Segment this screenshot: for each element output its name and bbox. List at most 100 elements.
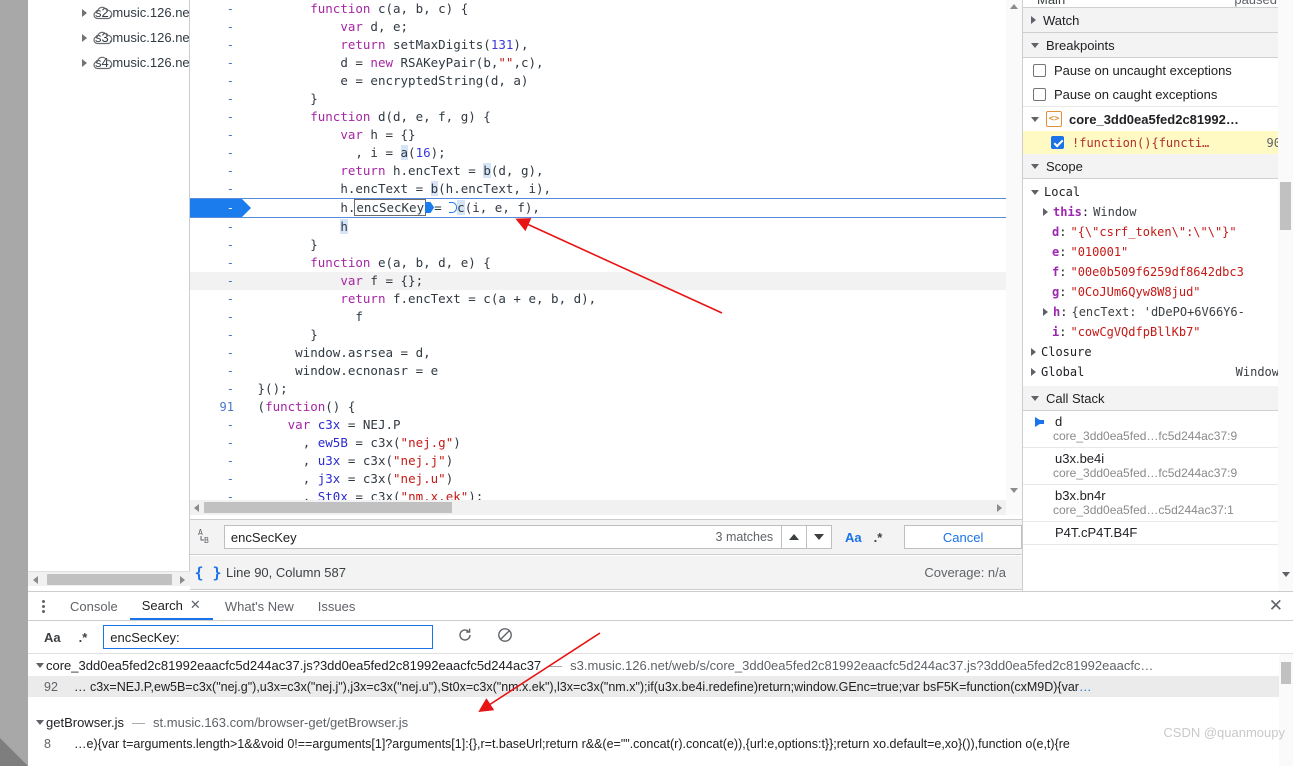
code-line[interactable]: 91 (function() { bbox=[190, 398, 1022, 416]
navigator-item[interactable]: s2.music.126.ne bbox=[28, 0, 189, 25]
breakpoint-file-row[interactable]: <> core_3dd0ea5fed2c81992… bbox=[1023, 106, 1293, 131]
scroll-left-icon[interactable] bbox=[33, 576, 38, 584]
line-gutter[interactable]: - bbox=[190, 0, 242, 18]
code-line[interactable]: - h.encText = b(h.encText, i), bbox=[190, 180, 1022, 198]
find-next-button[interactable] bbox=[807, 525, 833, 549]
line-gutter[interactable]: - bbox=[190, 90, 242, 108]
value-chip-icon[interactable] bbox=[425, 202, 435, 213]
line-gutter[interactable]: - bbox=[190, 144, 242, 162]
line-gutter[interactable]: - bbox=[190, 272, 242, 290]
editor-horizontal-scrollbar[interactable] bbox=[190, 500, 1006, 515]
search-regex-toggle[interactable]: .* bbox=[79, 630, 88, 645]
code-line[interactable]: - window.asrsea = d, bbox=[190, 344, 1022, 362]
line-gutter[interactable]: - bbox=[190, 72, 242, 90]
editor-vertical-scrollbar[interactable] bbox=[1006, 0, 1022, 515]
search-input[interactable] bbox=[104, 626, 433, 648]
drawer-tab-console[interactable]: Console bbox=[58, 592, 130, 620]
pause-caught-row[interactable]: Pause on caught exceptions bbox=[1023, 82, 1293, 106]
code-line[interactable]: - } bbox=[190, 236, 1022, 254]
scroll-left-icon[interactable] bbox=[194, 504, 199, 512]
line-gutter[interactable]: - bbox=[190, 254, 242, 272]
refresh-icon[interactable] bbox=[457, 627, 473, 648]
scope-closure-row[interactable]: Closure bbox=[1023, 342, 1293, 362]
pause-caught-checkbox[interactable] bbox=[1033, 87, 1046, 101]
search-result-match-row[interactable]: 92 … c3x=NEJ.P,ew5B=c3x("nej.g"),u3x=c3x(… bbox=[28, 676, 1293, 697]
code-line[interactable]: - f bbox=[190, 308, 1022, 326]
code-line[interactable]: - d = new RSAKeyPair(b,"",c), bbox=[190, 54, 1022, 72]
line-gutter[interactable]: - bbox=[190, 452, 242, 470]
search-result-match-row[interactable]: 8 …e){var t=arguments.length>1&&void 0!==… bbox=[28, 733, 1293, 754]
drawer-tab-issues[interactable]: Issues bbox=[306, 592, 368, 620]
scope-variable-row[interactable]: g: "0CoJUm6Qyw8W8jud" bbox=[1023, 282, 1293, 302]
line-gutter[interactable]: - bbox=[190, 290, 242, 308]
code-line[interactable]: - return f.encText = c(a + e, b, d), bbox=[190, 290, 1022, 308]
code-line[interactable]: - function c(a, b, c) { bbox=[190, 0, 1022, 18]
drawer-close-icon[interactable]: ✕ bbox=[1269, 596, 1283, 616]
pause-uncaught-checkbox[interactable] bbox=[1033, 63, 1046, 77]
scrollbar-thumb[interactable] bbox=[1281, 662, 1291, 684]
search-match-case-toggle[interactable]: Aa bbox=[44, 630, 61, 645]
clear-icon[interactable] bbox=[497, 627, 513, 648]
find-regex-toggle[interactable]: .* bbox=[874, 530, 883, 545]
line-gutter[interactable]: - bbox=[190, 108, 242, 126]
line-gutter[interactable]: 91 bbox=[190, 398, 242, 416]
chevron-right-icon[interactable] bbox=[82, 33, 87, 42]
line-gutter[interactable]: - bbox=[190, 162, 242, 180]
scope-variable-row[interactable]: this: Window bbox=[1023, 202, 1293, 222]
scroll-right-icon[interactable] bbox=[997, 504, 1002, 512]
case-replace-icon[interactable]: A B bbox=[190, 527, 224, 547]
code-line[interactable]: - function e(a, b, d, e) { bbox=[190, 254, 1022, 272]
scroll-down-icon[interactable] bbox=[1282, 572, 1290, 577]
chevron-down-icon[interactable] bbox=[36, 662, 44, 668]
scrollbar-thumb[interactable] bbox=[47, 574, 172, 585]
scroll-down-icon[interactable] bbox=[1010, 488, 1018, 493]
main-thread-row[interactable]: Main paused bbox=[1023, 0, 1293, 8]
code-line[interactable]: - var f = {}; bbox=[190, 272, 1022, 290]
line-gutter[interactable]: - bbox=[190, 180, 242, 198]
code-line[interactable]: - , i = a(16); bbox=[190, 144, 1022, 162]
scope-global-row[interactable]: Global Window bbox=[1023, 362, 1293, 382]
paused-code-line[interactable]: - h.encSecKey = c(i, e, f), bbox=[190, 198, 1022, 218]
find-input-wrapper[interactable]: 3 matches bbox=[223, 525, 783, 549]
code-line[interactable]: - h bbox=[190, 218, 1022, 236]
call-stack-section-header[interactable]: Call Stack bbox=[1023, 386, 1293, 411]
line-gutter[interactable]: - bbox=[190, 344, 242, 362]
navigator-item[interactable]: s3.music.126.ne bbox=[28, 25, 189, 50]
navigator-item[interactable]: s4.music.126.ne bbox=[28, 50, 189, 75]
line-gutter[interactable]: - bbox=[190, 434, 242, 452]
scrollbar-thumb[interactable] bbox=[204, 502, 452, 513]
scope-variable-row[interactable]: i: "cowCgVQdfpBllKb7" bbox=[1023, 322, 1293, 342]
sidebar-vertical-scrollbar[interactable] bbox=[1278, 0, 1293, 593]
code-line[interactable]: - } bbox=[190, 90, 1022, 108]
scope-variable-row[interactable]: f: "00e0b509f6259df8642dbc3 bbox=[1023, 262, 1293, 282]
line-gutter[interactable]: - bbox=[190, 308, 242, 326]
line-gutter[interactable]: - bbox=[190, 54, 242, 72]
search-result-file-row[interactable]: core_3dd0ea5fed2c81992eaacfc5d244ac37.js… bbox=[28, 654, 1293, 676]
line-gutter[interactable]: - bbox=[190, 199, 242, 217]
code-line[interactable]: - function d(d, e, f, g) { bbox=[190, 108, 1022, 126]
watch-section-header[interactable]: Watch bbox=[1023, 8, 1293, 33]
drawer-more-options-icon[interactable] bbox=[28, 599, 58, 613]
line-gutter[interactable]: - bbox=[190, 416, 242, 434]
pause-uncaught-row[interactable]: Pause on uncaught exceptions bbox=[1023, 58, 1293, 82]
search-input-wrapper[interactable] bbox=[103, 625, 434, 649]
pretty-print-icon[interactable]: { } bbox=[190, 564, 226, 582]
close-icon[interactable]: ✕ bbox=[190, 597, 201, 613]
code-line[interactable]: - }(); bbox=[190, 380, 1022, 398]
scroll-up-icon[interactable] bbox=[1010, 4, 1018, 9]
scope-variable-row[interactable]: e: "010001" bbox=[1023, 242, 1293, 262]
code-line[interactable]: - var c3x = NEJ.P bbox=[190, 416, 1022, 434]
line-gutter[interactable]: - bbox=[190, 362, 242, 380]
value-chip-outline-icon[interactable] bbox=[449, 202, 458, 213]
code-line[interactable]: - window.ecnonasr = e bbox=[190, 362, 1022, 380]
call-stack-frame[interactable]: u3x.be4i core_3dd0ea5fed…fc5d244ac37:9 bbox=[1023, 448, 1293, 485]
breakpoint-entry-row[interactable]: !function(){functi… 90 bbox=[1023, 131, 1293, 154]
code-line[interactable]: - var d, e; bbox=[190, 18, 1022, 36]
search-result-file-row[interactable]: getBrowser.js — st.music.163.com/browser-g… bbox=[28, 711, 1293, 733]
code-editor[interactable]: - function c(a, b, c) {- var d, e; - retu… bbox=[190, 0, 1022, 505]
code-line[interactable]: - , j3x = c3x("nej.u") bbox=[190, 470, 1022, 488]
find-input[interactable] bbox=[224, 528, 665, 546]
line-gutter[interactable]: - bbox=[190, 36, 242, 54]
line-gutter[interactable]: - bbox=[190, 236, 242, 254]
scope-variable-row[interactable]: d: "{\"csrf_token\":\"\"}" bbox=[1023, 222, 1293, 242]
